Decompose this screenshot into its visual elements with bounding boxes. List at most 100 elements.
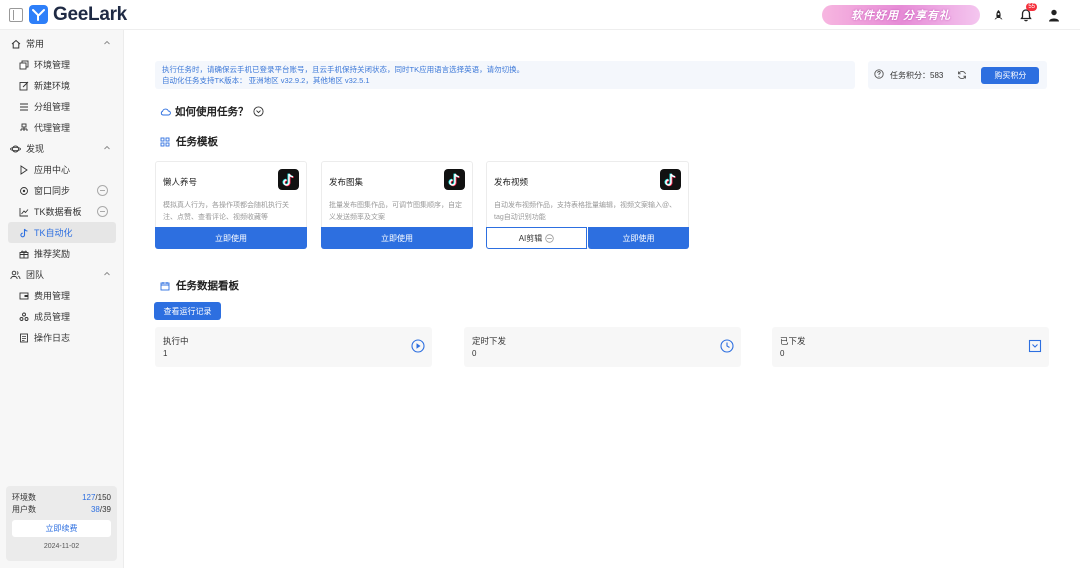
notice-line: 自动化任务支持TK版本： 亚洲地区 v32.9.2，其他地区 v32.5.1 xyxy=(162,76,370,85)
sidebar-group-team[interactable]: 团队 xyxy=(0,264,123,285)
bell-icon[interactable]: 55 xyxy=(1016,3,1037,25)
user-avatar-icon[interactable] xyxy=(1044,5,1064,25)
refresh-icon[interactable] xyxy=(957,70,967,80)
tiktok-icon xyxy=(18,227,29,238)
sidebar-item-tk-automation[interactable]: TK自动化 xyxy=(8,222,116,243)
sidebar-group-common[interactable]: 常用 xyxy=(0,33,123,54)
renew-button[interactable]: 立即续费 xyxy=(12,520,111,537)
inbox-down-icon xyxy=(1028,339,1042,353)
use-now-button[interactable]: 立即使用 xyxy=(588,227,689,249)
sidebar-item-tk-dashboard[interactable]: TK数据看板 xyxy=(0,201,116,222)
chevron-up-icon xyxy=(104,271,110,276)
wallet-icon xyxy=(18,290,29,301)
sidebar-group-label: 发现 xyxy=(26,144,45,154)
sidebar-item-label: 推荐奖励 xyxy=(34,249,71,259)
stat-dispatched: 已下发 0 xyxy=(772,327,1049,367)
card-description: 批量发布图集作品，可调节图集顺序，自定义发送频率及文案 xyxy=(329,202,462,221)
sidebar-item-label: 分组管理 xyxy=(34,102,71,112)
sidebar-item-label: 新建环境 xyxy=(34,81,71,91)
notification-badge: 55 xyxy=(1026,3,1037,11)
chevron-down-circle-icon[interactable] xyxy=(252,106,264,117)
card-description: 模拟真人行为，各操作项都会随机执行关注、点赞、查看评论、视频收藏等 xyxy=(163,202,289,221)
sidebar-item-new-env[interactable]: 新建环境 xyxy=(0,75,116,96)
sidebar-group-discover[interactable]: 发现 xyxy=(0,138,123,159)
top-bar: GeeLark 软件好用 分享有礼 55 xyxy=(0,0,1080,30)
cloud-icon xyxy=(160,108,171,116)
sidebar-item-members[interactable]: 成员管理 xyxy=(0,306,116,327)
stat-value: 0 xyxy=(780,349,785,358)
use-now-button[interactable]: 立即使用 xyxy=(155,227,307,249)
expiry-date: 2024-11-02 xyxy=(43,543,80,550)
sidebar-item-referral[interactable]: 推荐奖励 xyxy=(0,243,116,264)
sidebar-item-proxy[interactable]: 代理管理 xyxy=(0,117,116,138)
how-to-use-title[interactable]: 如何使用任务？ xyxy=(160,104,264,119)
use-now-button[interactable]: 立即使用 xyxy=(321,227,473,249)
promo-banner[interactable]: 软件好用 分享有礼 xyxy=(822,5,980,25)
sidebar-item-window-sync[interactable]: 窗口同步 xyxy=(0,180,116,201)
sidebar: 常用 环境管理 新建环境 分组管理 代理管理 发现 应用中心 窗口同步 TK数据… xyxy=(0,30,124,568)
stat-label: 执行中 xyxy=(163,336,189,346)
chevron-up-icon xyxy=(104,40,110,45)
sidebar-item-label: 操作日志 xyxy=(34,333,71,343)
sidebar-item-billing[interactable]: 费用管理 xyxy=(0,285,116,306)
quota-panel: 环境数 127/150 用户数 38/39 立即续费 2024-11-02 xyxy=(6,486,117,561)
logo-text: GeeLark xyxy=(53,3,127,25)
rocket-icon[interactable] xyxy=(988,5,1008,25)
log-icon xyxy=(18,332,29,343)
template-card-nurture: 懒人养号 模拟真人行为，各操作项都会随机执行关注、点赞、查看评论、视频收藏等 立… xyxy=(155,161,307,249)
tiktok-logo-icon xyxy=(660,169,681,190)
sidebar-item-label: 窗口同步 xyxy=(34,186,71,196)
vip-icon xyxy=(97,206,108,217)
ai-edit-button[interactable]: AI剪辑 xyxy=(486,227,587,249)
notice-line: 执行任务时，请确保云手机已登录平台账号，且云手机保持关闭状态，同时TK应用语言选… xyxy=(162,65,525,74)
sidebar-item-groups[interactable]: 分组管理 xyxy=(0,96,116,117)
copy-icon xyxy=(18,59,29,70)
card-title: 发布视频 xyxy=(494,177,529,187)
sidebar-group-label: 常用 xyxy=(26,39,45,49)
user-quota: 用户数 38/39 xyxy=(12,505,111,514)
geelark-logo-icon xyxy=(29,5,48,24)
sidebar-item-label: 代理管理 xyxy=(34,123,71,133)
credits-label: 任务积分：583 xyxy=(890,70,944,80)
stat-value: 1 xyxy=(163,349,168,358)
chevron-up-icon xyxy=(104,145,110,150)
sidebar-item-label: 成员管理 xyxy=(34,312,71,322)
dashboard-title: 任务数据看板 xyxy=(160,278,239,293)
sidebar-item-label: TK自动化 xyxy=(34,228,73,238)
sidebar-item-label: 应用中心 xyxy=(34,165,71,175)
sidebar-item-env-management[interactable]: 环境管理 xyxy=(0,54,116,75)
network-icon xyxy=(18,122,29,133)
play-circle-icon xyxy=(411,339,425,353)
team-icon xyxy=(10,269,21,280)
notice-banner: 执行任务时，请确保云手机已登录平台账号，且云手机保持关闭状态，同时TK应用语言选… xyxy=(155,61,855,89)
card-title: 懒人养号 xyxy=(163,177,198,187)
templates-title: 任务模板 xyxy=(160,134,218,149)
sidebar-item-label: 环境管理 xyxy=(34,60,71,70)
members-icon xyxy=(18,311,29,322)
sidebar-item-app-center[interactable]: 应用中心 xyxy=(0,159,116,180)
sync-icon xyxy=(18,185,29,196)
grid-icon xyxy=(160,137,170,146)
view-run-log-button[interactable]: 查看运行记录 xyxy=(154,302,221,320)
stat-label: 定时下发 xyxy=(472,336,507,346)
stat-value: 0 xyxy=(472,349,477,358)
sidebar-item-label: TK数据看板 xyxy=(34,207,82,217)
stat-running: 执行中 1 xyxy=(155,327,432,367)
sidebar-toggle-icon[interactable] xyxy=(9,7,23,22)
stat-label: 已下发 xyxy=(780,336,806,346)
app-center-icon xyxy=(18,164,29,175)
env-quota: 环境数 127/150 xyxy=(12,493,111,502)
help-icon[interactable] xyxy=(874,69,884,81)
vip-icon xyxy=(97,185,108,196)
template-card-post-video: 发布视频 自动发布视频作品，支持表格批量编辑，视频文案输入@、tag自动识别功能… xyxy=(486,161,689,249)
sidebar-item-op-log[interactable]: 操作日志 xyxy=(0,327,116,348)
planet-icon xyxy=(10,143,21,154)
credits-panel: 任务积分：583 购买积分 xyxy=(868,61,1047,89)
clock-icon xyxy=(720,339,734,353)
stat-scheduled: 定时下发 0 xyxy=(464,327,741,367)
gift-icon xyxy=(18,248,29,259)
line-chart-icon xyxy=(18,206,29,217)
vip-icon xyxy=(545,233,554,243)
buy-credits-button[interactable]: 购买积分 xyxy=(981,66,1040,84)
card-description: 自动发布视频作品，支持表格批量编辑，视频文案输入@、tag自动识别功能 xyxy=(494,202,677,221)
